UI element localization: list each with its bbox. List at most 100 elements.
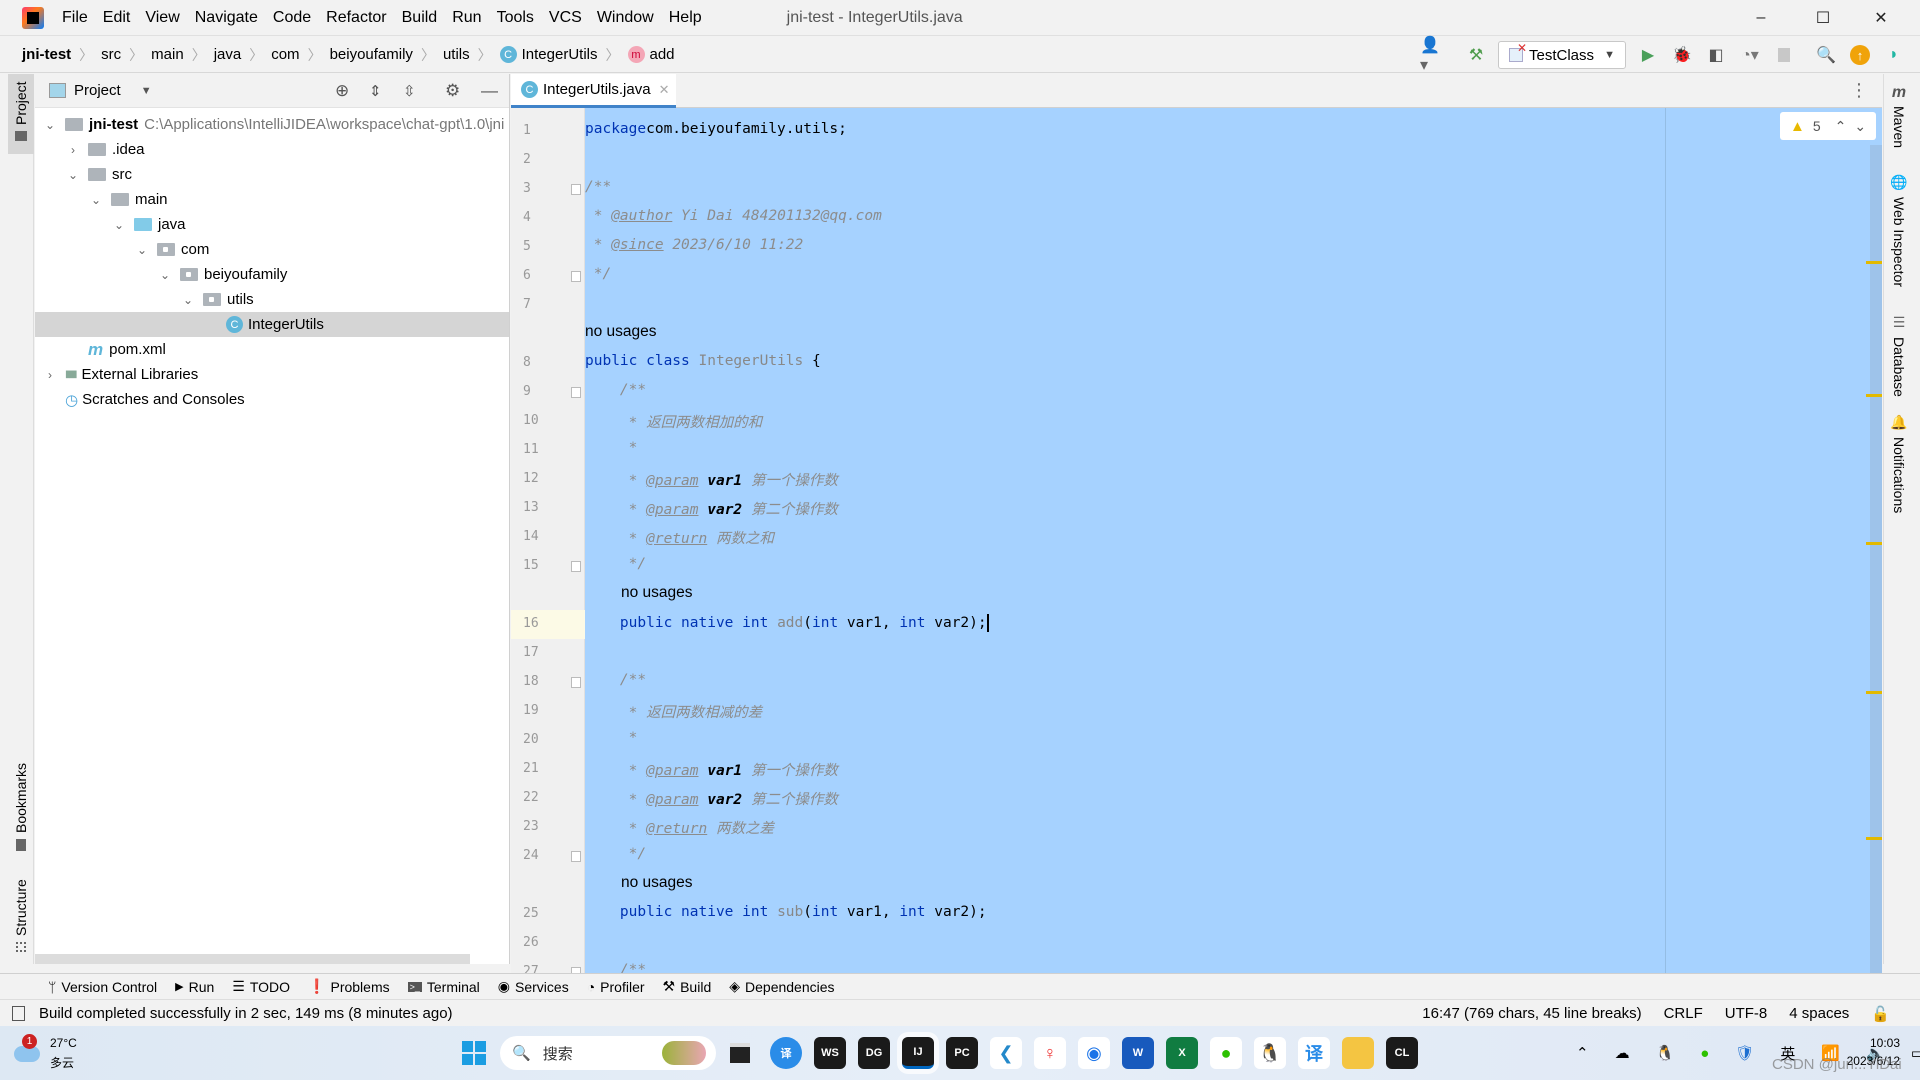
task-view-icon[interactable] xyxy=(730,1043,750,1063)
line-separator[interactable]: CRLF xyxy=(1664,1005,1703,1022)
code-line[interactable]: public native int add(int var1, int var2… xyxy=(585,614,989,632)
tool-tab-web-inspector[interactable]: 🌐 Web Inspector xyxy=(1886,174,1912,287)
locate-icon[interactable]: ⊕ xyxy=(335,81,349,101)
menu-tools[interactable]: Tools xyxy=(497,9,534,27)
wechat-tray-icon[interactable]: ● xyxy=(1700,1045,1709,1062)
code-line[interactable]: * @return 两数之和 xyxy=(585,527,774,548)
tool-todo[interactable]: ☰ TODO xyxy=(232,978,290,995)
code-line[interactable]: * xyxy=(585,730,638,746)
line-number[interactable]: 4 xyxy=(523,210,531,225)
breadcrumb-item[interactable]: utils xyxy=(443,46,470,63)
security-icon[interactable]: 🛡 xyxy=(1735,1044,1754,1062)
menu-edit[interactable]: Edit xyxy=(103,9,131,27)
code-line[interactable]: */ xyxy=(585,266,611,282)
line-number[interactable]: 16 xyxy=(523,616,539,631)
inspections-widget[interactable]: ▲ 5 ⌃ ⌄ xyxy=(1780,112,1876,140)
collapse-all-icon[interactable]: ⇳ xyxy=(403,82,416,100)
weather-widget[interactable]: 1 27°C 多云 xyxy=(14,1034,94,1074)
build-hammer-icon[interactable]: ⚒ xyxy=(1464,43,1488,67)
usages-inlay-hint[interactable]: no usages xyxy=(621,584,693,602)
chevron-down-icon[interactable]: ▼ xyxy=(141,85,152,97)
gear-icon[interactable]: ⚙ xyxy=(445,81,460,101)
line-number[interactable]: 12 xyxy=(523,471,539,486)
breadcrumb-item[interactable]: com xyxy=(271,46,299,63)
line-number[interactable]: 17 xyxy=(523,645,539,660)
tree-item[interactable]: ⌄ jni-test C:\Applications\IntelliJIDEA\wo… xyxy=(35,112,509,137)
line-number[interactable]: 26 xyxy=(523,935,539,950)
tool-terminal[interactable]: >_ Terminal xyxy=(407,979,480,995)
chevron-down-icon[interactable]: ⌄ xyxy=(181,293,195,307)
tree-item[interactable]: ◷ Scratches and Consoles xyxy=(35,387,509,412)
line-number[interactable]: 13 xyxy=(523,500,539,515)
fold-marker-icon[interactable] xyxy=(571,387,581,398)
code-line[interactable]: * 返回两数相减的差 xyxy=(585,701,762,722)
dbeaver-icon[interactable]: ♀ xyxy=(1034,1037,1066,1069)
line-number[interactable]: 24 xyxy=(523,848,539,863)
line-number[interactable]: 18 xyxy=(523,674,539,689)
menu-file[interactable]: File xyxy=(62,9,88,27)
code-line[interactable]: /** xyxy=(585,962,646,973)
code-line[interactable]: * @param var1 第一个操作数 xyxy=(585,759,838,780)
fold-marker-icon[interactable] xyxy=(571,561,581,572)
code-line[interactable]: * xyxy=(585,440,638,456)
horizontal-scrollbar[interactable] xyxy=(35,954,470,964)
line-number[interactable]: 22 xyxy=(523,790,539,805)
maximize-button[interactable]: ☐ xyxy=(1794,0,1852,36)
chevron-down-icon[interactable]: ⌄ xyxy=(135,243,149,257)
chevron-down-icon[interactable]: ⌄ xyxy=(112,218,126,232)
debug-icon[interactable]: 🐞 xyxy=(1670,43,1694,67)
code-line[interactable]: packagecom.beiyoufamily.utils; xyxy=(585,121,847,137)
vcs-user-icon[interactable]: 👤▾ xyxy=(1420,37,1444,74)
menu-build[interactable]: Build xyxy=(402,9,438,27)
code-line[interactable]: */ xyxy=(585,556,646,572)
fold-marker-icon[interactable] xyxy=(571,271,581,282)
code-editor[interactable]: packagecom.beiyoufamily.utils; /** * @aut… xyxy=(585,108,1882,973)
chevron-up-icon[interactable]: ⌃ xyxy=(1576,1044,1589,1062)
chevron-right-icon[interactable]: › xyxy=(66,143,80,157)
expand-all-icon[interactable]: ⇕ xyxy=(369,82,382,100)
code-line[interactable]: public native int sub(int var1, int var2… xyxy=(585,904,987,920)
tree-item[interactable]: ⌄ java xyxy=(35,212,509,237)
run-icon[interactable]: ▶ xyxy=(1636,43,1660,67)
editor-tab-integerutils[interactable]: C IntegerUtils.java ✕ xyxy=(511,74,676,108)
coverage-icon[interactable]: ◧ xyxy=(1704,43,1728,67)
code-line[interactable]: * @author Yi Dai 484201132@qq.com xyxy=(585,208,882,224)
line-number[interactable]: 11 xyxy=(523,442,539,457)
code-line[interactable]: public class IntegerUtils { xyxy=(585,353,821,369)
fold-marker-icon[interactable] xyxy=(571,184,581,195)
code-line[interactable]: * @return 两数之差 xyxy=(585,817,774,838)
clion-icon[interactable]: CL xyxy=(1386,1037,1418,1069)
tool-tab-project[interactable]: Project xyxy=(8,74,34,154)
menu-run[interactable]: Run xyxy=(452,9,481,27)
previous-highlight-icon[interactable]: ⌃ xyxy=(1835,118,1847,135)
tree-item[interactable]: ⌄ main xyxy=(35,187,509,212)
vscode-icon[interactable]: ❮ xyxy=(990,1037,1022,1069)
warning-stripe-mark[interactable] xyxy=(1866,542,1882,545)
minimize-button[interactable]: – xyxy=(1732,0,1790,36)
line-number[interactable]: 25 xyxy=(523,906,539,921)
menu-window[interactable]: Window xyxy=(597,9,654,27)
warning-stripe-mark[interactable] xyxy=(1866,691,1882,694)
line-number[interactable]: 20 xyxy=(523,732,539,747)
warning-stripe-mark[interactable] xyxy=(1866,837,1882,840)
close-tab-icon[interactable]: ✕ xyxy=(659,82,670,98)
code-line[interactable]: * @param var2 第二个操作数 xyxy=(585,788,838,809)
menu-vcs[interactable]: VCS xyxy=(549,9,582,27)
warning-stripe-mark[interactable] xyxy=(1866,394,1882,397)
line-number[interactable]: 5 xyxy=(523,239,531,254)
caret-position[interactable]: 16:47 (769 chars, 45 line breaks) xyxy=(1422,1005,1641,1022)
lock-icon[interactable]: 🔓 xyxy=(1871,1005,1890,1023)
taskbar-search[interactable]: 🔍 搜索 xyxy=(500,1036,716,1070)
usages-inlay-hint[interactable]: no usages xyxy=(585,323,657,341)
chevron-right-icon[interactable]: › xyxy=(43,368,57,382)
qq-icon[interactable]: 🐧 xyxy=(1254,1037,1286,1069)
menu-code[interactable]: Code xyxy=(273,9,311,27)
pycharm-icon[interactable]: PC xyxy=(946,1037,978,1069)
excel-icon[interactable]: X xyxy=(1166,1037,1198,1069)
menu-help[interactable]: Help xyxy=(669,9,702,27)
line-number[interactable]: 7 xyxy=(523,297,531,312)
next-highlight-icon[interactable]: ⌄ xyxy=(1854,118,1866,135)
stop-icon[interactable] xyxy=(1772,43,1796,67)
line-number[interactable]: 14 xyxy=(523,529,539,544)
tool-version-control[interactable]: ᛘ Version Control xyxy=(48,979,157,995)
